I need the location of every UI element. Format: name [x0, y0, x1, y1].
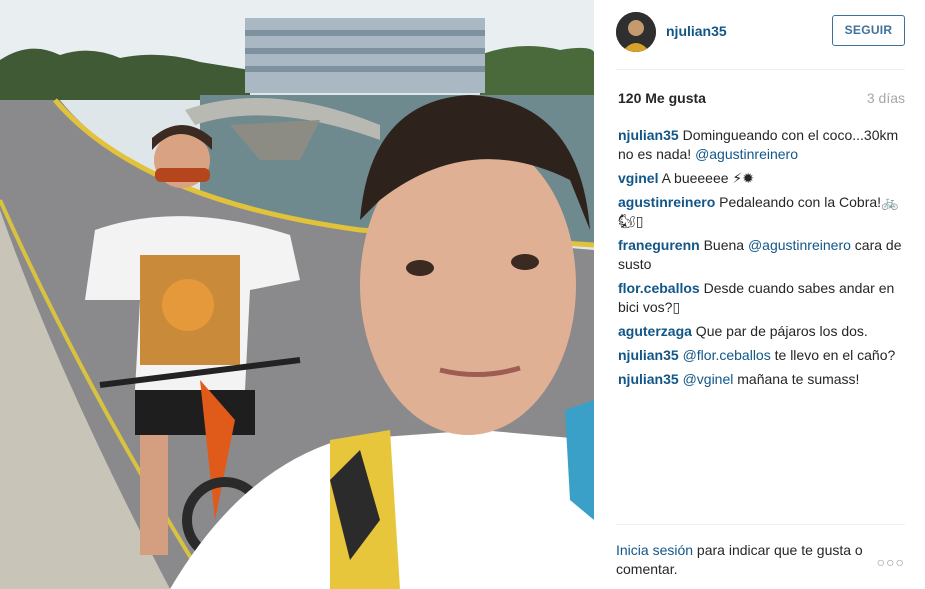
- comment-item: njulian35 @vginel mañana te sumass!: [618, 370, 908, 389]
- comment-text-after: mañana te sumass!: [733, 371, 860, 387]
- comment-mention[interactable]: @flor.ceballos: [683, 347, 771, 363]
- username-link[interactable]: njulian35: [666, 23, 727, 39]
- comment-text: A bueeeee ⚡✹: [658, 170, 754, 186]
- comment-username[interactable]: vginel: [618, 170, 658, 186]
- post-sidebar: njulian35 SEGUIR 120 Me gusta 3 días nju…: [594, 0, 925, 589]
- comment-item: agustinreinero Pedaleando con la Cobra!🚲…: [618, 193, 908, 231]
- comment-item: njulian35 @flor.ceballos te llevo en el …: [618, 346, 908, 365]
- comment-item: aguterzaga Que par de pájaros los dos.: [618, 322, 908, 341]
- comment-username[interactable]: njulian35: [618, 371, 679, 387]
- comment-item: franegurenn Buena @agustinreinero cara d…: [618, 236, 908, 274]
- likes-count[interactable]: 120 Me gusta: [618, 90, 706, 106]
- login-link[interactable]: Inicia sesión: [616, 542, 693, 558]
- post-header: njulian35 SEGUIR: [616, 10, 905, 70]
- post-stats: 120 Me gusta 3 días: [616, 90, 905, 108]
- comment-item: njulian35 Domingueando con el coco...30k…: [618, 126, 908, 164]
- comment-username[interactable]: franegurenn: [618, 237, 700, 253]
- comment-list: njulian35 Domingueando con el coco...30k…: [618, 126, 908, 394]
- avatar[interactable]: [616, 12, 656, 52]
- follow-button[interactable]: SEGUIR: [832, 15, 905, 46]
- comment-text: Que par de pájaros los dos.: [691, 323, 868, 339]
- comment-mention[interactable]: @agustinreinero: [748, 237, 851, 253]
- post-photo-image: [0, 0, 594, 589]
- comment-item: vginel A bueeeee ⚡✹: [618, 169, 908, 188]
- post-photo[interactable]: [0, 0, 594, 589]
- comment-username[interactable]: aguterzaga: [618, 323, 692, 339]
- login-prompt: Inicia sesión para indicar que te gusta …: [616, 524, 905, 579]
- comment-username[interactable]: agustinreinero: [618, 194, 715, 210]
- more-options-button[interactable]: ○○○: [877, 553, 905, 572]
- comment-item: flor.ceballos Desde cuando sabes andar e…: [618, 279, 908, 317]
- login-prompt-text: Inicia sesión para indicar que te gusta …: [616, 541, 866, 579]
- avatar-image: [616, 12, 656, 52]
- post-time[interactable]: 3 días: [867, 90, 905, 106]
- comment-username[interactable]: flor.ceballos: [618, 280, 700, 296]
- comment-username[interactable]: njulian35: [618, 127, 679, 143]
- comment-mention[interactable]: @agustinreinero: [695, 146, 798, 162]
- comment-mention[interactable]: @vginel: [683, 371, 734, 387]
- comment-username[interactable]: njulian35: [618, 347, 679, 363]
- comment-text: Buena: [699, 237, 748, 253]
- comment-text-after: te llevo en el caño?: [770, 347, 896, 363]
